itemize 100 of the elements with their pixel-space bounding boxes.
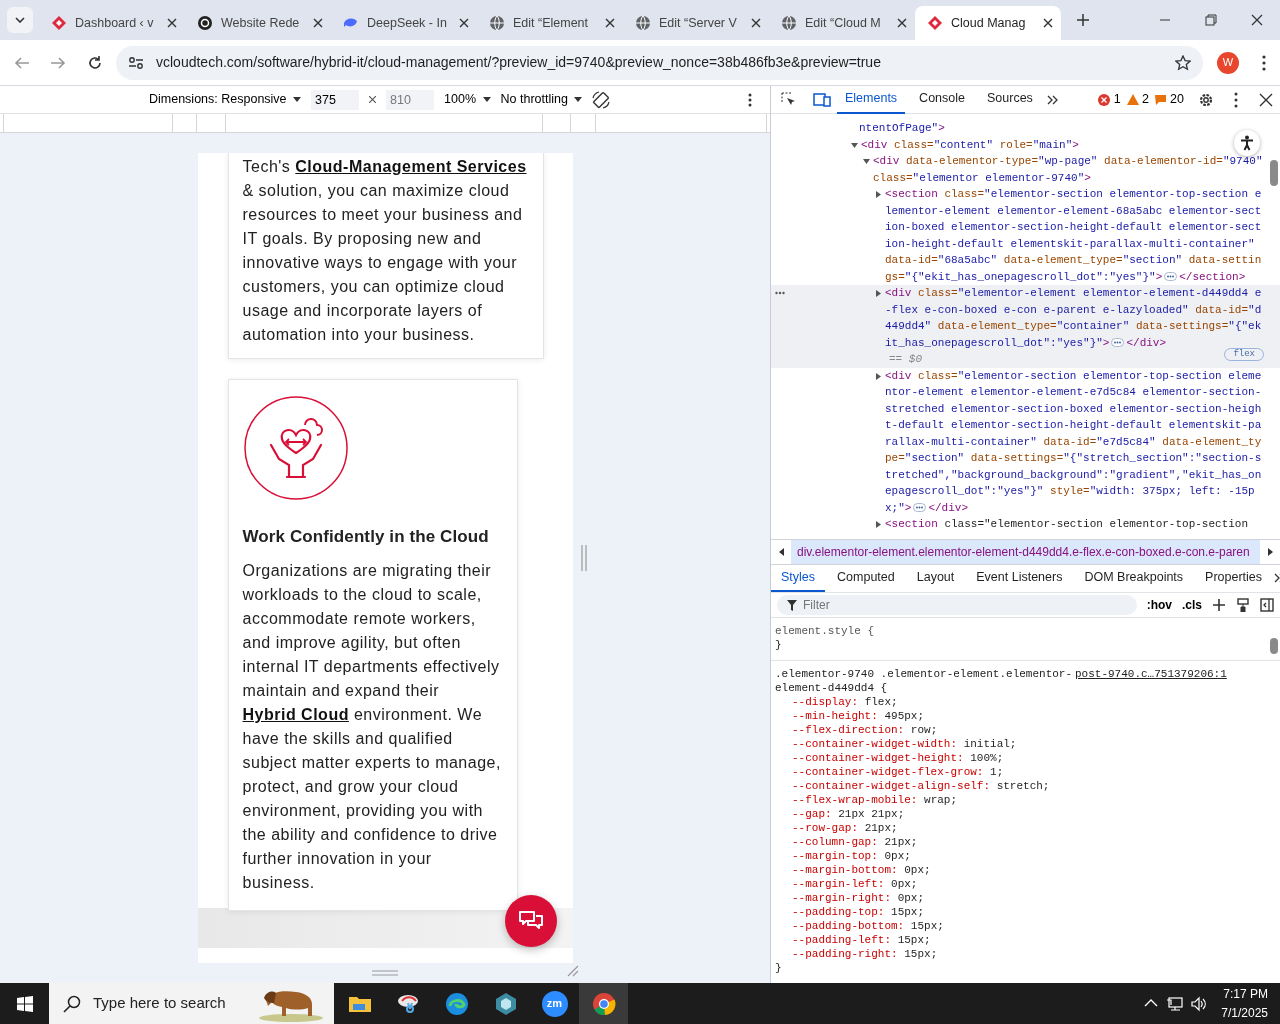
windows-logo-icon (16, 995, 33, 1012)
rotate-button[interactable] (592, 90, 611, 109)
error-count[interactable]: 1 (1098, 90, 1121, 109)
search-icon (63, 994, 81, 1013)
browser-tab[interactable]: Cloud Manag (915, 6, 1061, 40)
css-declaration: --container-widget-width: initial; (791, 737, 1018, 751)
close-icon[interactable] (897, 18, 907, 28)
hover-state-button[interactable]: :hov (1146, 595, 1172, 614)
more-options-button[interactable] (748, 92, 752, 107)
scrollbar-thumb[interactable] (1270, 638, 1278, 654)
more-tabs-button[interactable] (1046, 94, 1059, 105)
devtools-tab[interactable]: Elements (837, 85, 906, 114)
accessibility-button[interactable] (1234, 130, 1260, 156)
styles-tab[interactable]: Styles (771, 563, 826, 593)
css-declaration: --padding-bottom: 15px; (791, 919, 945, 933)
expanded-triangle-icon[interactable] (851, 141, 858, 149)
browser-tab[interactable]: DeepSeek - In (331, 6, 477, 40)
left-triangle-icon (778, 547, 784, 556)
paint-roller-button[interactable] (1236, 597, 1250, 612)
closing-brace: } (775, 638, 783, 652)
height-field[interactable]: 810 (386, 89, 435, 110)
collapsed-triangle-icon[interactable] (875, 372, 882, 380)
diamond-logo-icon (927, 15, 943, 31)
styles-tab[interactable]: DOM Breakpoints (1074, 563, 1194, 593)
html-code-line[interactable]: <div class="content" role="main"> (861, 136, 1264, 153)
close-icon[interactable] (1043, 18, 1053, 28)
issue-count[interactable]: 20 (1154, 90, 1184, 109)
css-declaration: --column-gap: 21px; (791, 835, 919, 849)
styles-tab[interactable]: Properties (1195, 563, 1273, 593)
html-code-line[interactable]: <section class="elementor-section elementor-top-section (885, 516, 1264, 533)
speaker-icon (1191, 995, 1208, 1012)
class-toggle-button[interactable]: .cls (1182, 595, 1202, 614)
css-declaration: --gap: 21px 21px; (791, 807, 906, 821)
css-declaration: --flex-wrap-mobile: wrap; (791, 793, 959, 807)
caret-icon (574, 96, 583, 103)
tab-search-button[interactable] (7, 7, 33, 33)
taskbar-search-field[interactable]: Type here to search (49, 983, 334, 1024)
globe-icon (635, 15, 651, 31)
resize-handle-icon[interactable] (372, 970, 398, 976)
css-declaration: --min-height: 495px; (791, 709, 926, 723)
close-icon[interactable] (313, 18, 323, 28)
browser-tab[interactable]: Edit “Element (477, 6, 623, 40)
double-chevron-icon (1046, 94, 1059, 105)
throttling-dropdown[interactable]: No throttling (500, 90, 583, 109)
width-field[interactable]: 375 (311, 89, 360, 110)
settings-button[interactable] (1198, 91, 1214, 108)
ellipsis-icon[interactable] (1111, 338, 1125, 348)
diamond-logo-icon (51, 15, 67, 31)
scrollbar-thumb[interactable] (1270, 160, 1278, 186)
browser-tab[interactable]: Website Rede (185, 6, 331, 40)
close-icon[interactable] (167, 18, 177, 28)
collapsed-triangle-icon[interactable] (875, 191, 882, 198)
stylesheet-link[interactable]: post-9740.c…751379206:1 (1075, 667, 1227, 681)
close-icon (1251, 14, 1263, 26)
devtools-tab[interactable]: Sources (979, 85, 1041, 114)
html-code-line[interactable]: <div class="elementor-section elementor-top-section elementor-element elementor-element-e7d5c84 elementor-section-stretched elementor-section-boxed elementor-section-height-default elementor-section-height-default elementskit-parallax-multi-container" data-id="e7d5c84" data-element_type="section" data-settings="{"stretch_section":"section-stretched","background_background":"gradient","ekit_has_onepagescroll_dot":"yes"}" style="width: 375px; left: -15px;"> </div> (885, 367, 1264, 516)
hexagon-app-icon (493, 991, 518, 1016)
filter-field[interactable]: Filter (777, 594, 1137, 615)
close-button[interactable] (1258, 91, 1274, 108)
taskbar-app[interactable] (579, 983, 628, 1024)
close-icon (1258, 91, 1274, 108)
resize-handle-icon[interactable] (580, 545, 587, 571)
forward-icon (50, 54, 66, 71)
close-icon[interactable] (751, 18, 761, 28)
site-settings-icon[interactable] (128, 54, 144, 71)
star-icon[interactable] (1174, 54, 1191, 71)
zoom-dropdown[interactable]: 100% (444, 90, 491, 109)
browser-tab[interactable]: Edit “Server V (623, 6, 769, 40)
css-declaration: --padding-left: 15px; (791, 933, 932, 947)
expanded-triangle-icon[interactable] (863, 158, 870, 165)
dimensions-dropdown[interactable]: Dimensions: Responsive (149, 90, 302, 109)
sidebar-toggle-button[interactable] (1260, 597, 1274, 612)
css-declaration: --flex-direction: row; (791, 723, 939, 737)
css-selector: .elementor-9740 .elementor-element.elementor-element-d449dd4 { (775, 667, 1074, 695)
styles-tab[interactable]: Layout (906, 563, 965, 593)
styles-tab[interactable]: Computed (827, 563, 905, 593)
browser-tab[interactable]: Edit “Cloud M (769, 6, 915, 40)
html-code-line: ntentOfPage"> (859, 121, 945, 136)
devtools-tab[interactable]: Console (911, 85, 973, 114)
profile-avatar[interactable]: W (1217, 51, 1239, 74)
ellipsis-icon[interactable] (913, 503, 927, 513)
text-link[interactable]: Hybrid Cloud (242, 706, 349, 723)
html-code-line[interactable]: <section class="elementor-section elementor-top-section elementor-element elementor-element-68a5abc elementor-section-boxed elementor-section-height-default elementor-section-height-default elementskit-parallax-multi-container" data-id="68a5abc" data-element_type="section" data-settings="{"ekit_has_onepagescroll_dot":"yes"}"> </section> (885, 186, 1264, 285)
close-icon[interactable] (605, 18, 615, 28)
html-code-line[interactable]: <div data-elementor-type="wp-page" data-elementor-id="9740" class="elementor elementor-9740"> (873, 153, 1264, 186)
plus-button[interactable] (1212, 597, 1226, 612)
collapsed-triangle-icon[interactable] (875, 290, 882, 297)
warning-count[interactable]: 2 (1126, 90, 1149, 109)
breadcrumb-item[interactable]: div.elementor-element.elementor-element-d449dd4.e-flex.e-con-boxed.e-con.e-paren (791, 539, 1260, 564)
ellipsis-icon[interactable] (1164, 272, 1178, 282)
error-icon (1098, 93, 1111, 106)
browser-tab[interactable]: Dashboard ‹ v (39, 6, 185, 40)
styles-tab[interactable]: Event Listeners (966, 563, 1073, 593)
text-link[interactable]: Cloud-Management Services (295, 158, 527, 175)
css-declaration: --padding-top: 15px; (791, 905, 926, 919)
clock[interactable]: 7:17 PM 7/1/2025 (1211, 984, 1280, 1023)
collapsed-triangle-icon[interactable] (875, 521, 882, 528)
settings-icon (1198, 91, 1214, 108)
close-icon[interactable] (459, 18, 469, 28)
device-toggle-button[interactable] (813, 91, 831, 108)
